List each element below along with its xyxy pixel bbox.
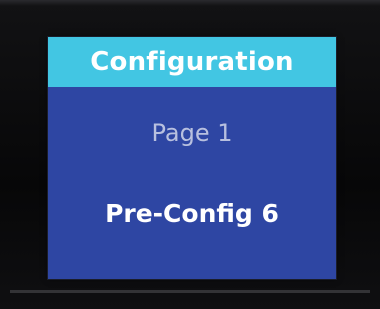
selected-config-value[interactable]: Pre-Config 6	[48, 199, 336, 228]
bezel-top-edge	[0, 0, 380, 6]
bezel-bottom-edge	[10, 290, 370, 293]
screen-title: Configuration	[90, 47, 294, 77]
lcd-screen: Configuration Page 1 Pre-Config 6	[48, 37, 336, 279]
page-label: Page 1	[151, 119, 233, 147]
device-bezel: Configuration Page 1 Pre-Config 6	[0, 0, 380, 309]
title-bar: Configuration	[48, 37, 336, 87]
